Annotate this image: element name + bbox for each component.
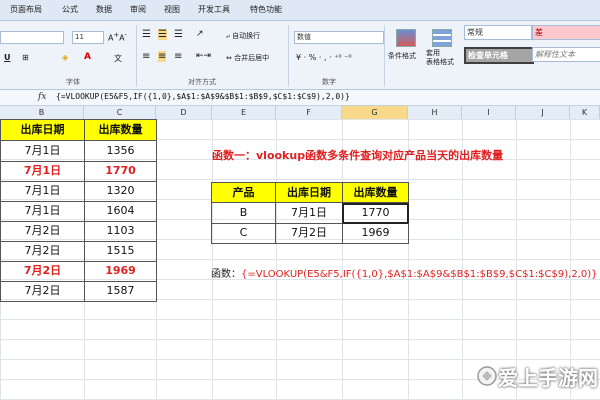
date-cell[interactable]: 7月1日 (0, 201, 85, 222)
merge-icon: ⇔ (226, 54, 235, 62)
tab-page-layout[interactable]: 页面布局 (10, 4, 42, 15)
qty-cell[interactable]: 1604 (84, 201, 157, 222)
qty-cell[interactable]: 1770 (84, 161, 157, 182)
lookup-product-cell[interactable]: C (211, 223, 276, 244)
phonetic-icon[interactable]: 文 (114, 53, 122, 64)
align-right-icon[interactable]: ≡ (174, 51, 182, 62)
grow-font-icon[interactable]: A+A- (108, 31, 127, 43)
ribbon: 11 A+A- U ⊞ ◈ A 文 字体 ☰ ☰ ☰ ↗ ≡ ≡ ≡ ⇤⇥ ⤶ … (0, 21, 600, 90)
header-qty-cell[interactable]: 出库数量 (84, 119, 157, 141)
date-cell[interactable]: 7月2日 (0, 281, 85, 302)
qty-cell[interactable]: 1356 (84, 141, 157, 162)
column-header-b[interactable]: B (0, 106, 84, 119)
column-header-j[interactable]: J (516, 106, 570, 119)
lookup-qty-cell[interactable]: 1770 (342, 203, 409, 224)
conditional-format-icon[interactable] (396, 29, 416, 47)
fx-icon[interactable]: fx (38, 92, 46, 102)
lookup-header-product[interactable]: 产品 (211, 182, 276, 203)
formula-bar: fx {=VLOOKUP(E5&F5,IF({1,0},$A$1:$A$9&$B… (0, 90, 600, 106)
tab-developer[interactable]: 开发工具 (198, 4, 230, 15)
group-divider (288, 25, 289, 87)
conditional-format-button[interactable]: 条件格式 (388, 51, 416, 61)
align-top-icon[interactable]: ☰ (142, 29, 151, 40)
formula-note-text: {=VLOOKUP(E5&F5,IF({1,0},$A$1:$A$9&$B$1:… (241, 269, 598, 280)
date-cell[interactable]: 7月1日 (0, 161, 85, 182)
align-bottom-icon[interactable]: ☰ (174, 29, 183, 40)
align-center-icon[interactable]: ≡ (158, 51, 167, 62)
align-middle-icon[interactable]: ☰ (158, 29, 167, 40)
qty-cell[interactable]: 1103 (84, 221, 157, 242)
grid-line (570, 119, 571, 400)
border-icon[interactable]: ⊞ (22, 53, 29, 62)
style-bad[interactable]: 差 (532, 25, 600, 40)
lookup-header-qty[interactable]: 出库数量 (342, 182, 409, 203)
column-header-f[interactable]: F (276, 106, 342, 119)
group-divider (136, 25, 137, 87)
tab-special[interactable]: 特色功能 (250, 4, 282, 15)
header-date-cell[interactable]: 出库日期 (0, 119, 85, 141)
align-left-icon[interactable]: ≡ (142, 51, 150, 62)
column-header-c[interactable]: C (84, 106, 156, 119)
style-normal[interactable]: 常规 (464, 25, 532, 40)
font-color-icon[interactable]: A (84, 52, 91, 62)
column-header-i[interactable]: I (462, 106, 516, 119)
merge-center-button[interactable]: ⇔ 合并后居中 (226, 53, 269, 63)
tab-data[interactable]: 数据 (96, 4, 112, 15)
tab-view[interactable]: 视图 (164, 4, 180, 15)
formula-note-label: 函数： (211, 269, 241, 280)
tab-formulas[interactable]: 公式 (62, 4, 78, 15)
font-size-box[interactable]: 11 (72, 31, 104, 44)
merge-center-label: 合并后居中 (234, 54, 270, 62)
group-divider (384, 25, 385, 87)
date-cell[interactable]: 7月2日 (0, 241, 85, 262)
qty-cell[interactable]: 1515 (84, 241, 157, 262)
number-format-icons[interactable]: ¥ · % · , · ⁺⁰ ⁻⁰ (296, 53, 352, 62)
group-align-label: 对齐方式 (188, 78, 216, 86)
column-header-d[interactable]: D (156, 106, 212, 119)
indent-icon[interactable]: ⇤⇥ (196, 51, 211, 61)
underline-icon[interactable]: U (4, 53, 11, 62)
section-title[interactable]: 函数一：vlookup函数多条件查询对应产品当天的出库数量 (212, 147, 503, 163)
column-header-k[interactable]: K (570, 106, 600, 119)
column-header-g[interactable]: G (342, 106, 408, 119)
lookup-qty-cell[interactable]: 1969 (342, 223, 409, 244)
qty-cell[interactable]: 1969 (84, 261, 157, 282)
qty-cell[interactable]: 1587 (84, 281, 157, 302)
wrap-text-button[interactable]: ⤶ 自动换行 (226, 31, 260, 41)
lookup-header-date[interactable]: 出库日期 (275, 182, 343, 203)
ribbon-tab-bar: 页面布局 公式 数据 审阅 视图 开发工具 特色功能 (0, 0, 600, 21)
column-header-e[interactable]: E (212, 106, 276, 119)
style-check-cell[interactable]: 检查单元格 (464, 47, 534, 64)
lookup-product-cell[interactable]: B (211, 203, 276, 224)
table-format-icon[interactable] (432, 29, 452, 47)
group-number-label: 数字 (322, 78, 336, 86)
column-header-h[interactable]: H (408, 106, 462, 119)
column-headers: B C D E F G H I J K (0, 106, 600, 120)
watermark-logo-icon (477, 366, 497, 386)
date-cell[interactable]: 7月1日 (0, 181, 85, 202)
qty-cell[interactable]: 1320 (84, 181, 157, 202)
lookup-date-cell[interactable]: 7月2日 (275, 223, 343, 244)
formula-note[interactable]: 函数：{=VLOOKUP(E5&F5,IF({1,0},$A$1:$A$9&$B… (211, 265, 597, 280)
watermark-text: 爱上手游网 (498, 366, 598, 390)
date-cell[interactable]: 7月2日 (0, 261, 85, 282)
date-cell[interactable]: 7月1日 (0, 141, 85, 162)
number-format-box[interactable]: 数值 (294, 31, 384, 44)
group-font-label: 字体 (66, 78, 80, 86)
lookup-date-cell[interactable]: 7月1日 (275, 203, 343, 224)
formula-input[interactable]: {=VLOOKUP(E5&F5,IF({1,0},$A$1:$A$9&$B$1:… (56, 92, 350, 101)
style-explanatory[interactable]: 解释性文本 (532, 47, 600, 62)
wrap-text-label: 自动换行 (232, 32, 261, 40)
date-cell[interactable]: 7月2日 (0, 221, 85, 242)
fill-color-icon[interactable]: ◈ (62, 53, 68, 62)
font-name-box[interactable] (0, 31, 64, 44)
grid-line (516, 119, 517, 400)
orientation-icon[interactable]: ↗ (196, 29, 204, 39)
table-format-button[interactable]: 套用 表格格式 (426, 49, 454, 67)
tab-review[interactable]: 审阅 (130, 4, 146, 15)
